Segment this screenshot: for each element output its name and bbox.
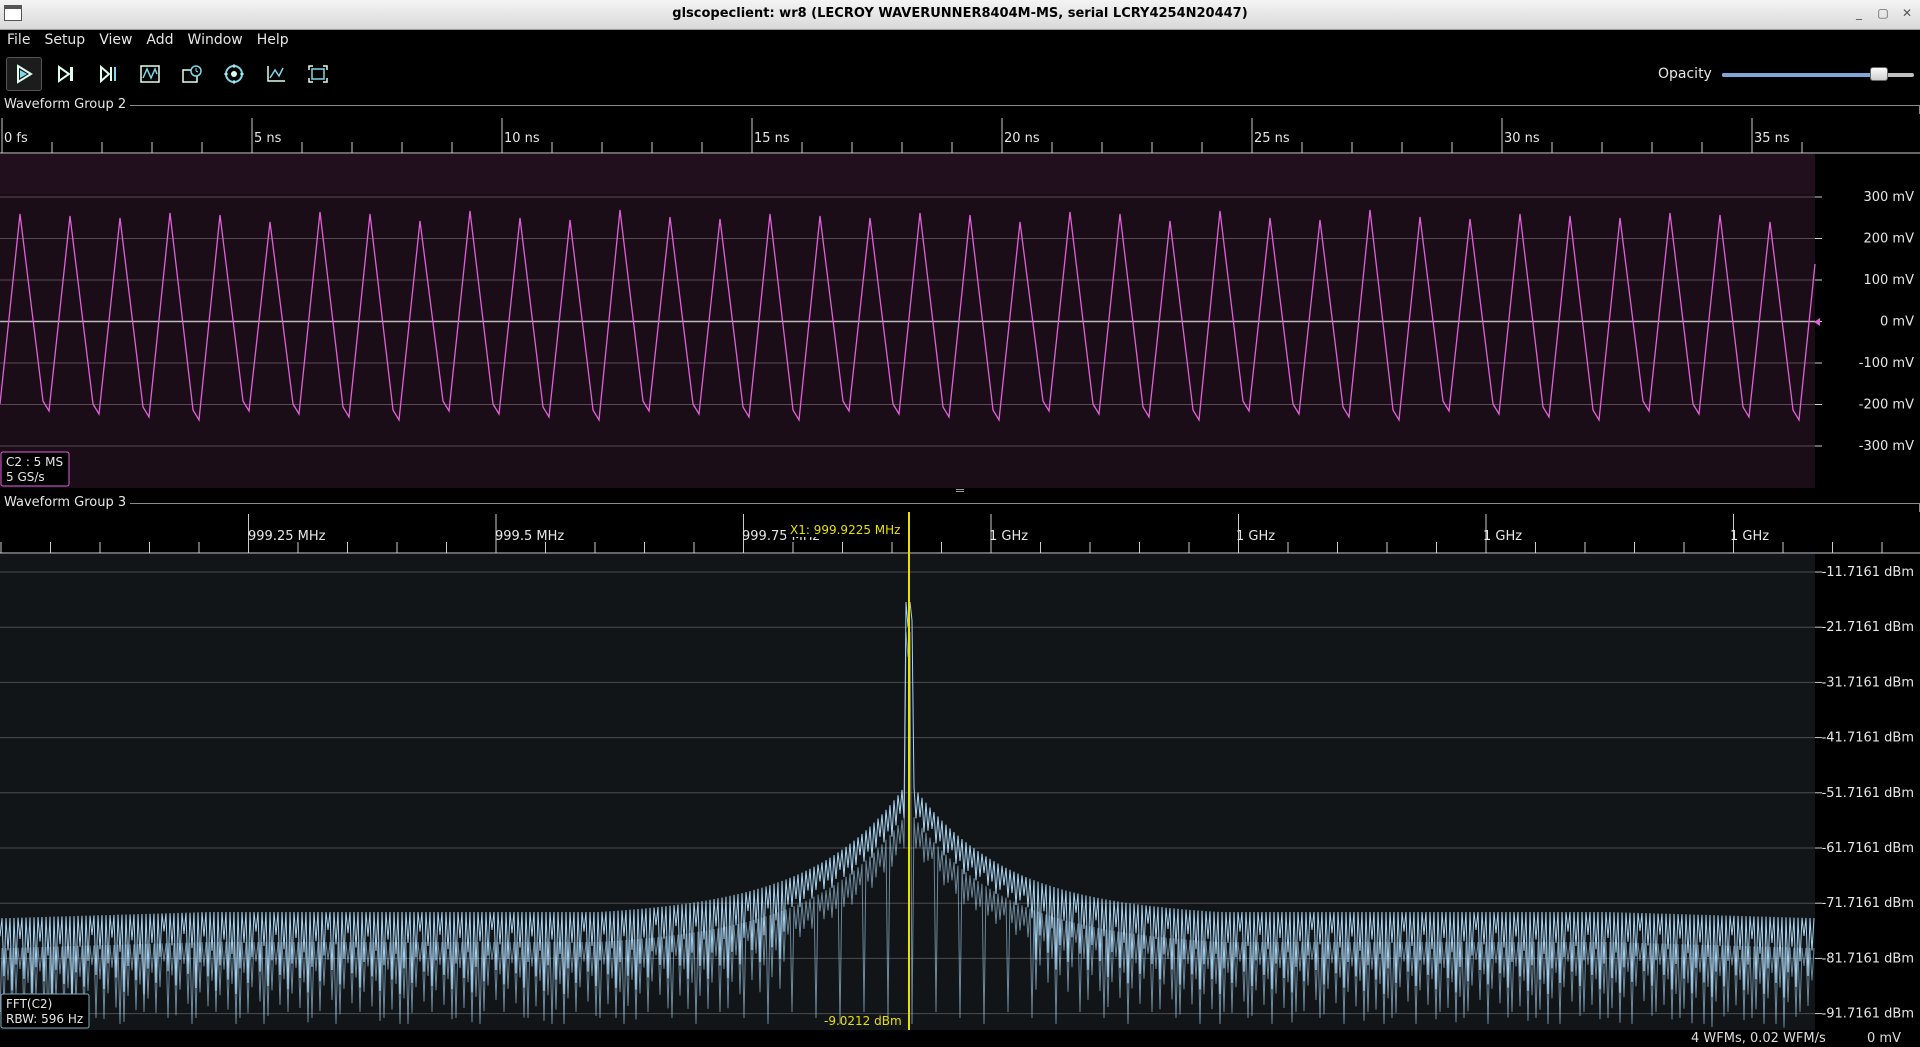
freq-tick-label: 999.25 MHz [248, 529, 326, 544]
history-icon [182, 65, 202, 83]
menu-add[interactable]: Add [139, 30, 180, 48]
menu-view[interactable]: View [92, 30, 139, 48]
zoom-fit-button[interactable] [300, 57, 336, 91]
axis-icon [267, 66, 285, 82]
menu-bar: File Setup View Add Window Help [0, 30, 1920, 52]
opacity-slider-thumb[interactable] [1870, 67, 1889, 81]
menu-file[interactable]: File [0, 30, 37, 48]
dbm-tick-label: -51.7161 dBm [1822, 786, 1914, 801]
close-icon[interactable]: ✕ [1900, 6, 1914, 20]
status-value: 0 mV [1867, 1031, 1901, 1046]
volt-tick-label: -300 mV [1859, 439, 1914, 454]
volt-tick-label: 100 mV [1863, 273, 1914, 288]
axis-button[interactable] [258, 57, 294, 91]
volt-tick-label: 200 mV [1863, 232, 1914, 247]
target-button[interactable] [216, 57, 252, 91]
force-trigger-button[interactable] [90, 57, 126, 91]
dbm-tick-label: -91.7161 dBm [1822, 1007, 1914, 1022]
fft-info-line1: FFT(C2) [6, 997, 52, 1011]
status-wfm-rate: 4 WFMs, 0.02 WFM/s [1691, 1031, 1826, 1046]
channel-info-line2: 5 GS/s [6, 470, 45, 484]
pane-splitter[interactable] [0, 488, 1920, 494]
toolbar: Opacity [0, 54, 1920, 96]
waveform-group-3[interactable]: 999.25 MHz 999.5 MHz 999.75 MHz 1 GHz 1 GHz 1… [0, 512, 1920, 1030]
time-tick-label: 20 ns [1004, 131, 1040, 146]
time-tick-label: 35 ns [1754, 131, 1790, 146]
dbm-tick-label: -71.7161 dBm [1822, 896, 1914, 911]
time-tick-label: 15 ns [754, 131, 790, 146]
waveform-group-3-label: Waveform Group 3 [0, 495, 131, 510]
time-tick-label: 25 ns [1254, 131, 1290, 146]
window-titlebar: glscopeclient: wr8 (LECROY WAVERUNNER840… [0, 0, 1920, 30]
waveform-group-2-frame: Waveform Group 2 [0, 97, 1920, 115]
dbm-tick-label: -41.7161 dBm [1822, 731, 1914, 746]
channel-info-box[interactable]: C2 : 5 MS 5 GS/s [0, 451, 70, 487]
x1-cursor-value: -9.0212 dBm [824, 1014, 902, 1028]
waveform-icon [140, 65, 160, 83]
volt-tick-label: 0 mV [1880, 315, 1914, 330]
fft-info-box[interactable]: FFT(C2) RBW: 596 Hz [0, 993, 90, 1029]
x1-cursor-label: X1: 999.9225 MHz [790, 523, 900, 537]
menu-help[interactable]: Help [250, 30, 296, 48]
dbm-axis[interactable]: -11.7161 dBm -21.7161 dBm -31.7161 dBm -41.… [1815, 565, 1914, 1022]
menu-window[interactable]: Window [181, 30, 250, 48]
dbm-tick-label: -81.7161 dBm [1822, 951, 1914, 966]
volt-tick-label: -100 mV [1859, 356, 1914, 371]
step-icon [58, 65, 73, 83]
time-tick-label: 0 fs [4, 131, 28, 146]
freq-tick-label: 1 GHz [989, 529, 1028, 544]
vertical-axis[interactable]: 300 mV 200 mV 100 mV 0 mV -100 mV -200 mV -300… [1815, 190, 1914, 454]
opacity-slider[interactable] [1722, 67, 1914, 81]
minimize-icon[interactable]: _ [1852, 6, 1866, 20]
freq-tick-label: 999.5 MHz [495, 529, 564, 544]
waveform-group-2[interactable]: 0 fs 5 ns 10 ns 15 ns 20 ns 25 ns 30 ns 35 ns 3… [0, 114, 1920, 488]
freq-tick-label: 1 GHz [1730, 529, 1769, 544]
waveform-button[interactable] [132, 57, 168, 91]
dbm-tick-label: -11.7161 dBm [1822, 565, 1914, 580]
time-tick-label: 30 ns [1504, 131, 1540, 146]
maximize-icon[interactable]: ▢ [1876, 6, 1890, 20]
waveform-group-3-frame: Waveform Group 3 [0, 495, 1920, 513]
opacity-label: Opacity [1658, 66, 1712, 82]
freq-tick-label: 1 GHz [1236, 529, 1275, 544]
time-tick-label: 10 ns [504, 131, 540, 146]
start-single-button[interactable] [48, 57, 84, 91]
single-icon [100, 64, 116, 84]
menu-setup[interactable]: Setup [37, 30, 92, 48]
waveform-group-2-label: Waveform Group 2 [0, 97, 131, 112]
target-icon [224, 64, 244, 84]
freq-tick-label: 1 GHz [1483, 529, 1522, 544]
dbm-tick-label: -21.7161 dBm [1822, 620, 1914, 635]
fft-info-line2: RBW: 596 Hz [6, 1012, 83, 1026]
opacity-slider-fill [1722, 73, 1880, 77]
history-button[interactable] [174, 57, 210, 91]
volt-tick-label: -200 mV [1859, 398, 1914, 413]
play-icon [17, 64, 33, 84]
dbm-tick-label: -31.7161 dBm [1822, 675, 1914, 690]
dbm-tick-label: -61.7161 dBm [1822, 841, 1914, 856]
zoom-fit-icon [308, 65, 328, 83]
start-button[interactable] [6, 57, 42, 91]
window-title: glscopeclient: wr8 (LECROY WAVERUNNER840… [672, 6, 1248, 21]
time-tick-label: 5 ns [254, 131, 282, 146]
channel-info-line1: C2 : 5 MS [6, 455, 63, 469]
status-bar: 4 WFMs, 0.02 WFM/s 0 mV [0, 1030, 1920, 1047]
volt-tick-label: 300 mV [1863, 190, 1914, 205]
